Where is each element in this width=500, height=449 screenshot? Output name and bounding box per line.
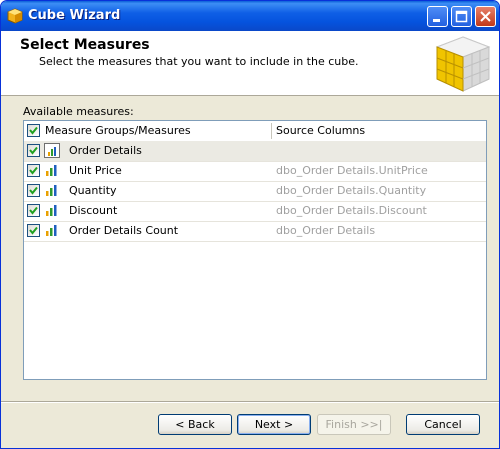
maximize-button[interactable] bbox=[451, 6, 472, 27]
close-icon bbox=[480, 11, 491, 22]
check-icon bbox=[29, 146, 38, 155]
measure-row[interactable]: Discount dbo_Order Details.Discount bbox=[24, 201, 486, 222]
title-bar[interactable]: Cube Wizard bbox=[1, 1, 499, 31]
wizard-header: Select Measures Select the measures that… bbox=[1, 31, 499, 96]
check-icon bbox=[29, 126, 38, 135]
check-icon bbox=[29, 186, 38, 195]
minimize-icon bbox=[433, 19, 440, 22]
measure-row[interactable]: Unit Price dbo_Order Details.UnitPrice bbox=[24, 161, 486, 182]
measure-bar-chart-icon bbox=[46, 185, 57, 196]
measure-name: Quantity bbox=[69, 184, 117, 197]
measure-checkbox[interactable] bbox=[27, 204, 40, 217]
cube-wizard-window: Cube Wizard Select Measures Select the m… bbox=[0, 0, 500, 449]
select-all-checkbox[interactable] bbox=[27, 124, 40, 137]
close-button[interactable] bbox=[475, 6, 496, 27]
measure-checkbox[interactable] bbox=[27, 224, 40, 237]
next-button[interactable]: Next > bbox=[237, 414, 311, 435]
measure-row[interactable]: Quantity dbo_Order Details.Quantity bbox=[24, 181, 486, 202]
maximize-icon bbox=[455, 10, 468, 23]
measure-name: Discount bbox=[69, 204, 118, 217]
back-button[interactable]: < Back bbox=[158, 414, 232, 435]
measure-source-column: dbo_Order Details bbox=[276, 224, 376, 237]
available-measures-label: Available measures: bbox=[23, 105, 134, 118]
column-header-source[interactable]: Source Columns bbox=[276, 124, 365, 137]
check-icon bbox=[29, 166, 38, 175]
window-title: Cube Wizard bbox=[28, 8, 121, 23]
measure-source-column: dbo_Order Details.UnitPrice bbox=[276, 164, 428, 177]
measure-name: Order Details Count bbox=[69, 224, 179, 237]
measure-row[interactable]: Order Details Count dbo_Order Details bbox=[24, 221, 486, 242]
group-checkbox[interactable] bbox=[27, 144, 40, 157]
measure-group-row[interactable]: Order Details bbox=[24, 141, 486, 162]
cancel-button[interactable]: Cancel bbox=[406, 414, 480, 435]
column-divider[interactable] bbox=[271, 123, 272, 139]
measure-checkbox[interactable] bbox=[27, 184, 40, 197]
check-icon bbox=[29, 226, 38, 235]
cube-graphic-icon bbox=[435, 36, 491, 92]
measure-checkbox[interactable] bbox=[27, 164, 40, 177]
measure-source-column: dbo_Order Details.Discount bbox=[276, 204, 427, 217]
page-subtitle: Select the measures that you want to inc… bbox=[39, 55, 359, 68]
page-title: Select Measures bbox=[20, 37, 150, 53]
measure-source-column: dbo_Order Details.Quantity bbox=[276, 184, 427, 197]
measure-group-name: Order Details bbox=[69, 144, 142, 157]
measure-name: Unit Price bbox=[69, 164, 122, 177]
measure-bar-chart-icon bbox=[46, 225, 57, 236]
minimize-button[interactable] bbox=[427, 6, 448, 27]
grid-header: Measure Groups/Measures Source Columns bbox=[24, 121, 486, 142]
cube-icon bbox=[7, 8, 23, 24]
measures-grid: Measure Groups/Measures Source Columns O… bbox=[23, 120, 487, 380]
check-icon bbox=[29, 206, 38, 215]
measure-bar-chart-icon bbox=[46, 165, 57, 176]
column-header-measures[interactable]: Measure Groups/Measures bbox=[45, 124, 191, 137]
measure-bar-chart-icon bbox=[46, 205, 57, 216]
finish-button[interactable]: Finish >>| bbox=[317, 414, 391, 435]
measure-group-icon bbox=[44, 143, 60, 158]
footer-divider bbox=[1, 401, 499, 403]
